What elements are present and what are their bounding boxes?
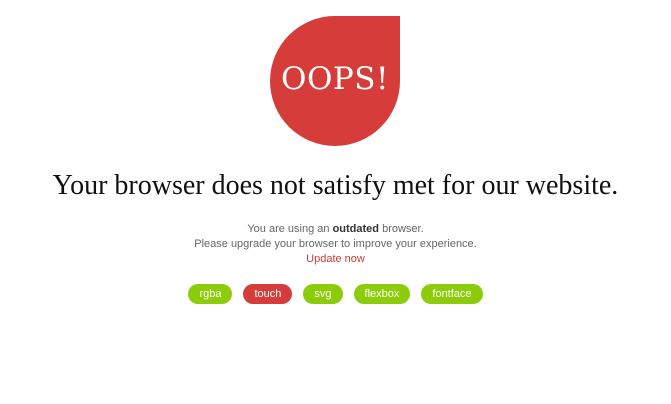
feature-pill-rgba: rgba — [188, 284, 233, 304]
feature-pill-touch: touch — [243, 284, 293, 304]
info-line-2: Please upgrade your browser to improve y… — [194, 238, 477, 250]
info-line-1-prefix: You are using an — [247, 223, 333, 235]
page-headline: Your browser does not satisfy met for ou… — [52, 170, 619, 201]
feature-pill-flexbox: flexbox — [353, 284, 411, 304]
info-line-1-suffix: browser. — [379, 223, 424, 235]
oops-badge: OOPS! — [270, 16, 400, 146]
outdated-label: outdated — [332, 223, 380, 235]
info-line-1: You are using an outdated browser. — [0, 222, 671, 237]
feature-pill-svg: svg — [303, 284, 343, 304]
oops-badge-text: OOPS! — [281, 61, 389, 97]
feature-list: rgba touch svg flexbox fontface — [0, 284, 671, 304]
info-message: You are using an outdated browser. Pleas… — [0, 222, 671, 267]
update-now-link[interactable]: Update now — [306, 253, 365, 265]
browser-warning-page: OOPS! Your browser does not satisfy met … — [0, 0, 671, 404]
feature-pill-fontface: fontface — [421, 284, 483, 304]
